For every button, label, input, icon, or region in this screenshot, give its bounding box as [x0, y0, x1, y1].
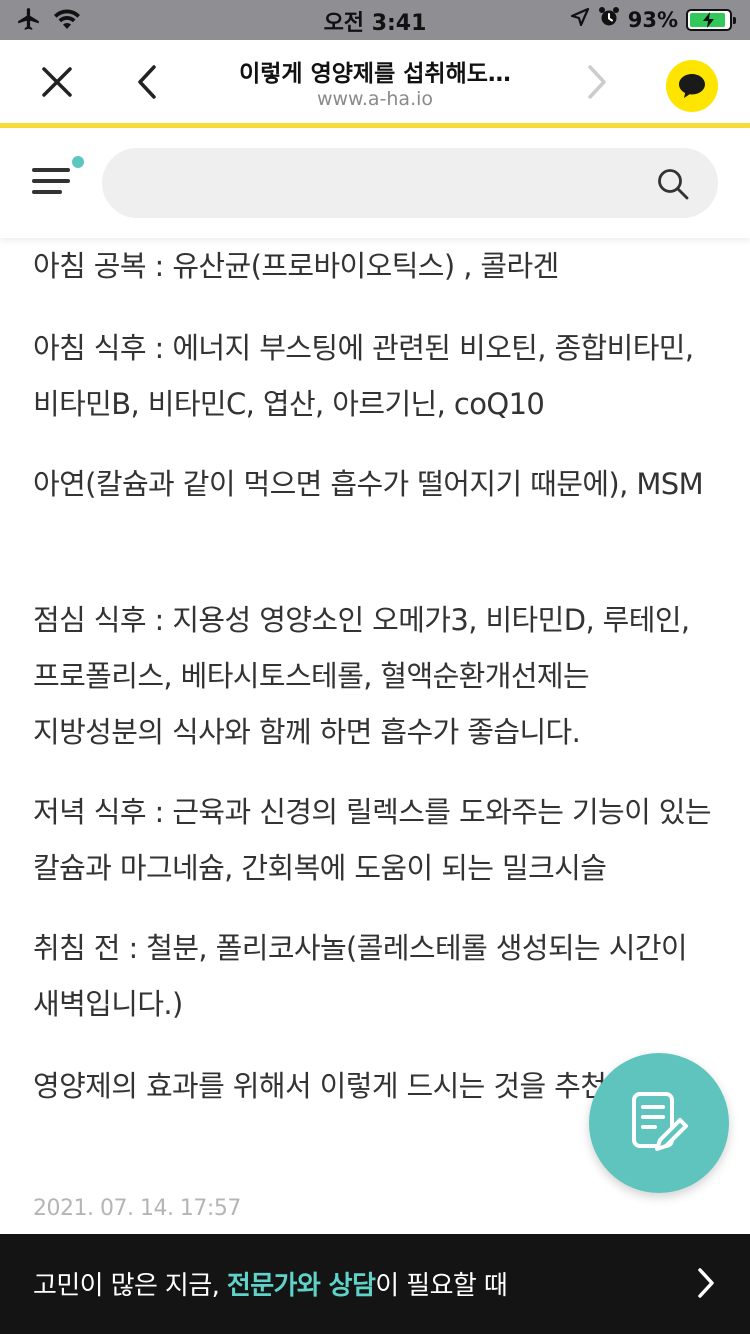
back-button[interactable]	[112, 40, 182, 124]
browser-header: 이렇게 영양제를 섭취해도… www.a-ha.io	[0, 40, 750, 128]
notification-dot	[72, 156, 84, 168]
post-date: 2021. 07. 14. 17:57	[33, 1196, 241, 1221]
consult-banner-text: 고민이 많은 지금, 전문가와 상담이 필요할 때	[33, 1265, 508, 1302]
chevron-right-icon	[698, 1268, 714, 1298]
alarm-icon	[598, 6, 620, 33]
battery-percent: 93%	[627, 7, 678, 32]
forward-button[interactable]	[562, 40, 632, 124]
search-icon	[658, 169, 689, 200]
consult-banner[interactable]: 고민이 많은 지금, 전문가와 상담이 필요할 때	[0, 1234, 750, 1334]
close-button[interactable]	[22, 40, 92, 124]
hamburger-menu-button[interactable]	[30, 156, 86, 210]
paragraph-after-dinner: 저녁 식후 : 근육과 신경의 릴렉스를 도와주는 기능이 있는 칼슘과 마그네…	[33, 795, 712, 885]
banner-text-after: 이 필요할 때	[375, 1271, 508, 1301]
status-right-icons: 93%	[570, 6, 736, 33]
banner-text-before: 고민이 많은 지금,	[33, 1271, 227, 1301]
battery-charging-icon	[686, 8, 736, 31]
kakaotalk-share-button[interactable]	[666, 60, 718, 112]
menu-line	[32, 190, 62, 194]
chevron-left-icon	[138, 65, 156, 99]
paragraph-morning-fasting: 아침 공복 : 유산균(프로바이오틱스) , 콜라겐	[33, 249, 559, 283]
write-answer-button[interactable]	[589, 1053, 729, 1193]
location-icon	[570, 7, 590, 32]
chevron-right-icon	[588, 65, 606, 99]
banner-text-highlight: 전문가와 상담	[226, 1271, 376, 1301]
write-note-icon	[632, 1092, 688, 1151]
paragraph-after-breakfast: 아침 식후 : 에너지 부스팅에 관련된 비오틴, 종합비타민, 비타민B, 비…	[33, 331, 694, 421]
banner-arrow-button[interactable]	[686, 1260, 726, 1306]
paragraph-before-bed: 취침 전 : 철분, 폴리코사놀(콜레스테롤 생성되는 시간이 새벽입니다.)	[33, 931, 688, 1021]
menu-line	[32, 168, 70, 172]
menu-line	[32, 179, 70, 183]
page-title: 이렇게 영양제를 섭취해도…	[239, 61, 511, 87]
page-url: www.a-ha.io	[316, 88, 434, 110]
site-header	[0, 128, 750, 238]
paragraph-after-lunch: 점심 식후 : 지용성 영양소인 오메가3, 비타민D, 루테인, 프로폴리스,…	[33, 603, 690, 749]
search-button[interactable]	[650, 164, 696, 204]
speech-bubble-icon	[679, 74, 705, 98]
close-icon	[42, 67, 72, 97]
paragraph-zinc: 아연(칼슘과 같이 먹으면 흡수가 떨어지기 때문에), MSM	[33, 467, 704, 501]
status-bar: 오전 3:41 93%	[0, 0, 750, 40]
search-input[interactable]	[102, 148, 718, 218]
